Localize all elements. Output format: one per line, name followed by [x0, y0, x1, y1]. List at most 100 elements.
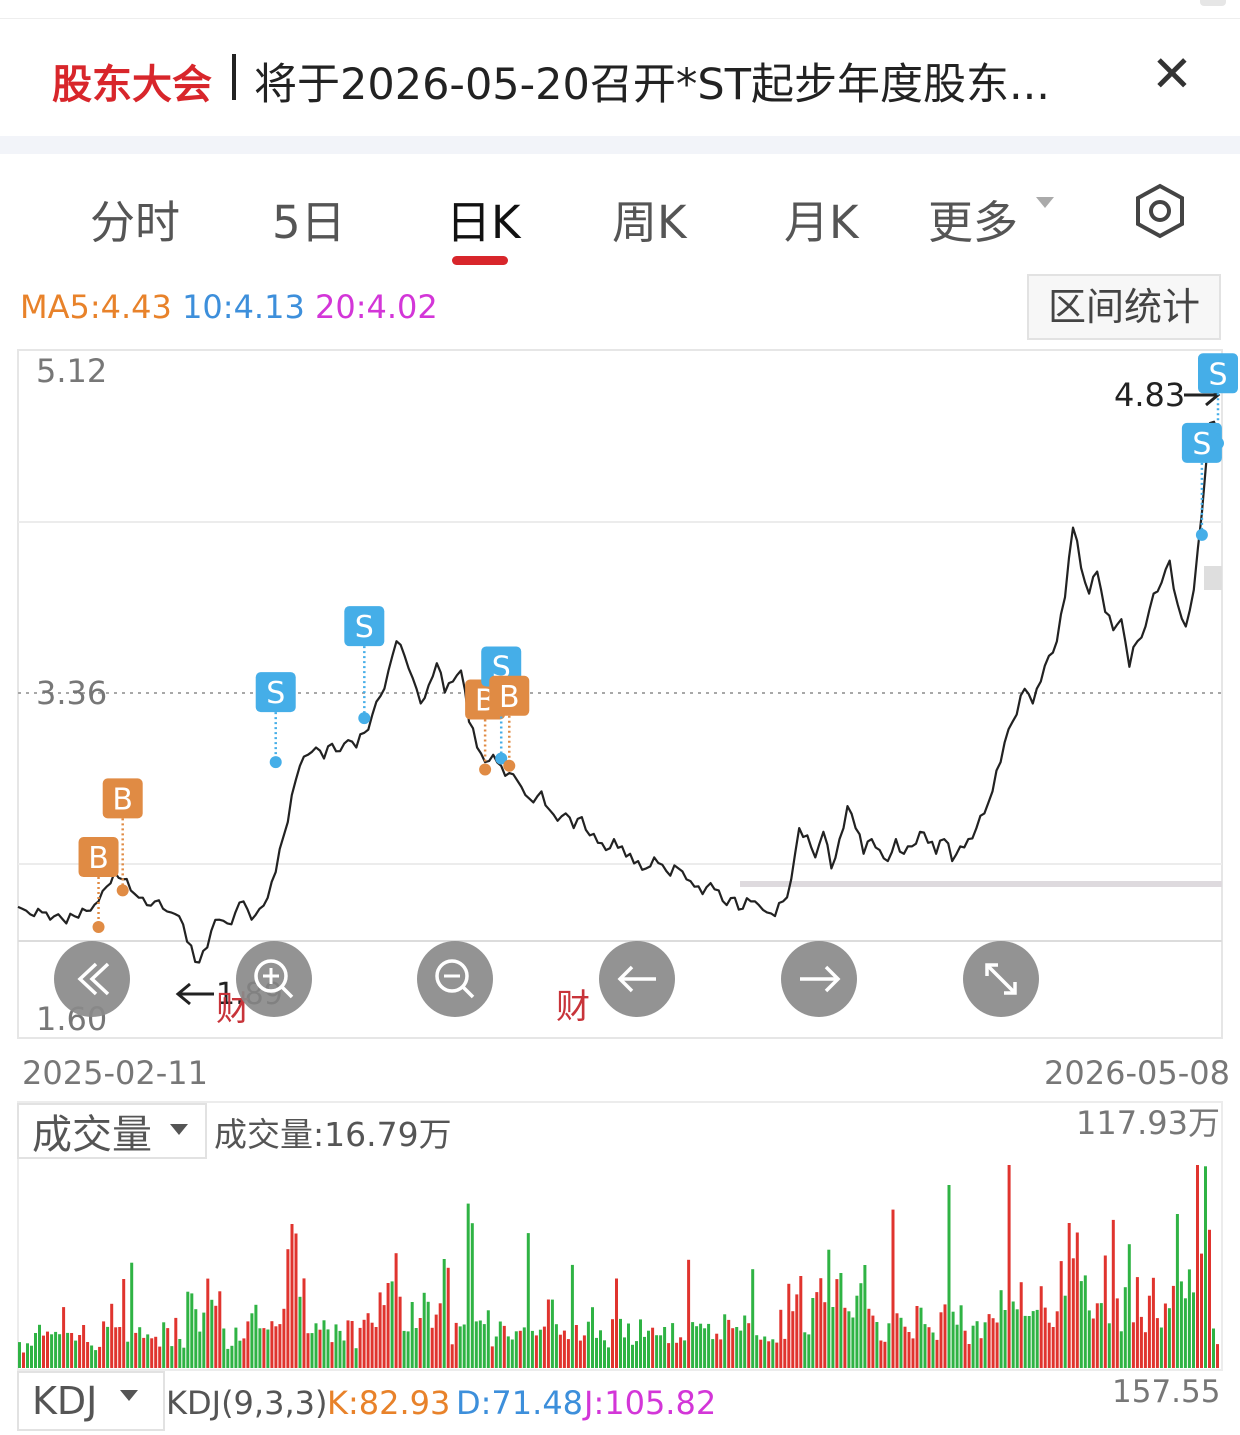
- volume-bar: [526, 1233, 530, 1368]
- volume-bar: [446, 1267, 450, 1368]
- volume-bar: [90, 1345, 94, 1368]
- volume-bar: [1175, 1214, 1179, 1368]
- volume-bar: [538, 1329, 542, 1368]
- volume-bar: [919, 1307, 923, 1368]
- volume-bar: [330, 1342, 334, 1368]
- volume-bar: [58, 1334, 62, 1368]
- arrow-left-icon[interactable]: [599, 941, 675, 1017]
- notice-text[interactable]: 将于2026-05-20召开*ST起步年度股东...: [254, 50, 1050, 112]
- close-icon[interactable]: ✕: [1150, 48, 1194, 100]
- volume-bar: [875, 1322, 879, 1368]
- volume-bar: [562, 1330, 566, 1368]
- tab-fenshi[interactable]: 分时: [90, 186, 180, 251]
- tab-day-k[interactable]: 日K: [446, 186, 521, 251]
- volume-bar: [595, 1337, 598, 1368]
- kdj-k: K:82.93: [327, 1384, 450, 1422]
- volume-bar: [1075, 1232, 1079, 1368]
- chevron-down-icon: [1036, 197, 1054, 208]
- kdj-selector-label[interactable]: KDJ: [32, 1379, 97, 1423]
- tab-5day[interactable]: 5日: [272, 186, 346, 251]
- volume-bar: [959, 1305, 963, 1368]
- volume-bar: [54, 1331, 58, 1368]
- volume-bar: [867, 1308, 871, 1368]
- volume-bar: [763, 1336, 767, 1368]
- volume-bar: [1143, 1332, 1147, 1368]
- volume-bar: [578, 1340, 582, 1368]
- volume-bar: [1192, 1292, 1195, 1368]
- volume-bar: [887, 1323, 891, 1368]
- volume-bar: [935, 1339, 939, 1368]
- ma10-value: 10:4.13: [182, 288, 305, 326]
- volume-bar: [687, 1259, 691, 1368]
- ma5-value: MA5:4.43: [20, 288, 172, 326]
- volume-bar: [1167, 1308, 1171, 1368]
- volume-bar: [675, 1342, 679, 1368]
- volume-bar: [699, 1323, 703, 1368]
- volume-bar: [38, 1324, 41, 1368]
- volume-bar: [74, 1340, 78, 1368]
- volume-bar: [711, 1339, 715, 1368]
- volume-bar: [691, 1322, 695, 1368]
- volume-bar: [879, 1340, 883, 1368]
- volume-bar: [923, 1324, 927, 1368]
- volume-bar: [546, 1299, 550, 1368]
- volume-bar: [775, 1342, 779, 1368]
- tab-more[interactable]: 更多: [928, 186, 1018, 251]
- interval-stats-button[interactable]: 区间统计: [1027, 274, 1221, 340]
- volume-bar: [450, 1344, 454, 1368]
- marker-dot: [479, 763, 492, 776]
- volume-bar: [731, 1328, 735, 1368]
- volume-bar: [454, 1322, 458, 1368]
- volume-bar: [723, 1314, 727, 1368]
- volume-bar: [1131, 1322, 1135, 1368]
- volume-bar: [783, 1338, 787, 1368]
- settings-hexagon-icon[interactable]: [1132, 182, 1188, 240]
- volume-bar: [226, 1348, 230, 1368]
- marker-dot: [116, 884, 129, 897]
- kline-chart[interactable]: 5.12 3.36 1.60 4.83 BBSSBSBSS 1.89 财 财: [0, 340, 1240, 1435]
- volume-bar: [254, 1304, 258, 1368]
- zoom-in-icon[interactable]: [236, 941, 312, 1017]
- volume-bar: [1103, 1255, 1107, 1368]
- volume-bar: [586, 1321, 590, 1368]
- volume-bar: [727, 1319, 731, 1368]
- volume-bar: [362, 1319, 366, 1368]
- volume-bar: [34, 1333, 37, 1368]
- volume-bar: [474, 1321, 478, 1368]
- volume-bar: [1123, 1287, 1127, 1368]
- finance-tag[interactable]: 财: [556, 987, 590, 1027]
- volume-bar: [983, 1322, 987, 1368]
- kdj-params: KDJ(9,3,3): [166, 1384, 327, 1422]
- tab-month-k[interactable]: 月K: [784, 186, 859, 251]
- volume-bar: [274, 1326, 278, 1368]
- volume-bar: [647, 1330, 650, 1368]
- volume-bar: [50, 1334, 54, 1368]
- volume-bar: [903, 1326, 907, 1368]
- volume-bars: [18, 1165, 1219, 1368]
- volume-bar: [466, 1203, 470, 1368]
- volume-bar: [891, 1209, 895, 1368]
- volume-bar: [230, 1345, 234, 1368]
- expand-icon[interactable]: [963, 941, 1039, 1017]
- high-price-label: 4.83: [1114, 376, 1185, 414]
- volume-bar: [418, 1318, 422, 1368]
- volume-bar: [550, 1299, 554, 1368]
- volume-bar: [999, 1290, 1003, 1368]
- volume-bar: [370, 1322, 374, 1368]
- volume-bar: [1204, 1166, 1207, 1368]
- volume-bar: [386, 1283, 390, 1368]
- double-chevron-left-icon[interactable]: [54, 941, 130, 1017]
- volume-bar: [118, 1327, 122, 1368]
- volume-bar: [803, 1332, 807, 1368]
- volume-bar: [831, 1307, 835, 1368]
- volume-bar: [807, 1334, 811, 1368]
- volume-bar: [78, 1335, 82, 1368]
- zoom-out-icon[interactable]: [417, 941, 493, 1017]
- volume-selector-label[interactable]: 成交量: [32, 1112, 152, 1158]
- volume-bar: [1127, 1244, 1131, 1368]
- arrow-right-icon[interactable]: [781, 941, 857, 1017]
- tab-week-k[interactable]: 周K: [612, 186, 687, 251]
- volume-bar: [1027, 1316, 1031, 1368]
- scroll-edge: [1204, 566, 1222, 590]
- marker-label: B: [112, 782, 133, 817]
